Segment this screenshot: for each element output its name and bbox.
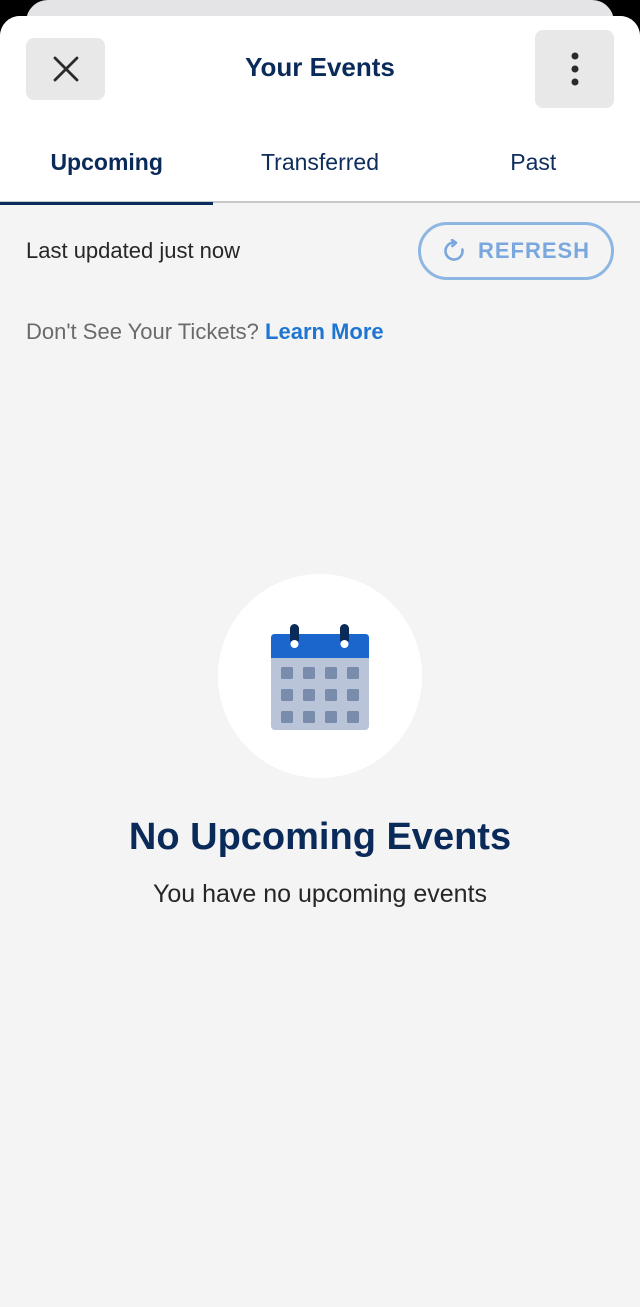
more-vertical-icon <box>571 52 578 86</box>
tickets-help: Don't See Your Tickets? Learn More <box>26 319 384 345</box>
empty-state-subtitle: You have no upcoming events <box>152 880 488 908</box>
refresh-button[interactable]: REFRESH <box>418 222 614 280</box>
learn-more-link[interactable]: Learn More <box>265 319 384 344</box>
status-row: Last updated just now REFRESH <box>26 221 614 281</box>
tab-upcoming[interactable]: Upcoming <box>0 130 214 205</box>
last-updated-text: Last updated just now <box>26 238 241 263</box>
refresh-label: REFRESH <box>477 238 591 263</box>
empty-state-illustration <box>218 574 422 778</box>
event-tabs: Upcoming Transferred Past <box>0 130 640 205</box>
tickets-help-prompt: Don't See Your Tickets? <box>26 319 259 344</box>
more-options-button[interactable] <box>535 30 614 108</box>
tab-past[interactable]: Past <box>427 130 640 203</box>
calendar-icon <box>271 624 369 730</box>
header: Your Events Upcoming Transferred Past <box>0 16 640 205</box>
refresh-icon <box>444 239 464 261</box>
tab-transferred[interactable]: Transferred <box>213 130 426 203</box>
empty-state-title: No Upcoming Events <box>128 816 512 858</box>
events-sheet: Your Events Upcoming Transferred Past La… <box>0 16 640 1307</box>
